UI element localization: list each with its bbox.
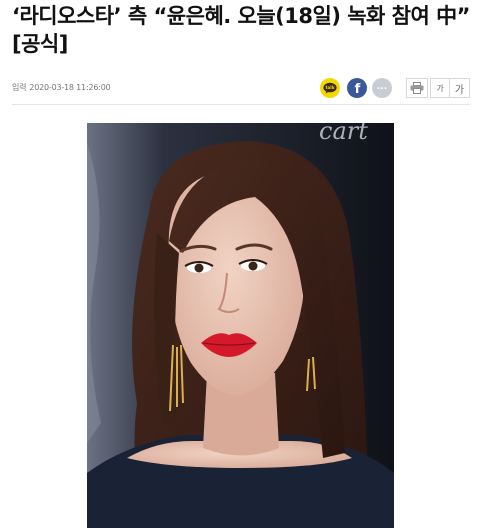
kakaotalk-icon-text: talk [325,85,334,90]
facebook-icon-text: f [355,82,361,97]
more-icon-text: ··· [377,85,387,95]
header-divider [12,104,470,105]
article-page: ‘라디오스타’ 측 “윤은혜. 오늘(18일) 녹화 참여 中” [공식] 입력… [0,0,480,528]
print-button[interactable] [406,78,428,98]
printer-icon [410,82,424,94]
portrait-illustration: cart [87,123,394,528]
more-share-button[interactable]: ··· [372,78,392,98]
facebook-icon: f [355,82,361,97]
facebook-share-button[interactable]: f [347,78,367,98]
left-iris [194,263,204,273]
right-iris [248,261,258,271]
more-icon: ··· [377,85,387,95]
font-size-increase-button[interactable]: 가 [449,78,470,98]
published-time: 2020-03-18 11:26:00 [29,83,111,92]
article-meta-bar: 입력 2020-03-18 11:26:00 talk f ··· 가 가 [12,74,470,102]
backdrop-text: cart [319,123,368,145]
article-photo: cart [87,123,394,528]
published-info: 입력 2020-03-18 11:26:00 [12,82,111,93]
published-label: 입력 [12,83,27,92]
font-size-decrease-button[interactable]: 가 [430,78,450,98]
article-headline: ‘라디오스타’ 측 “윤은혜. 오늘(18일) 녹화 참여 中” [공식] [12,4,470,56]
kakaotalk-icon: talk [323,82,337,94]
kakaotalk-share-button[interactable]: talk [320,78,340,98]
